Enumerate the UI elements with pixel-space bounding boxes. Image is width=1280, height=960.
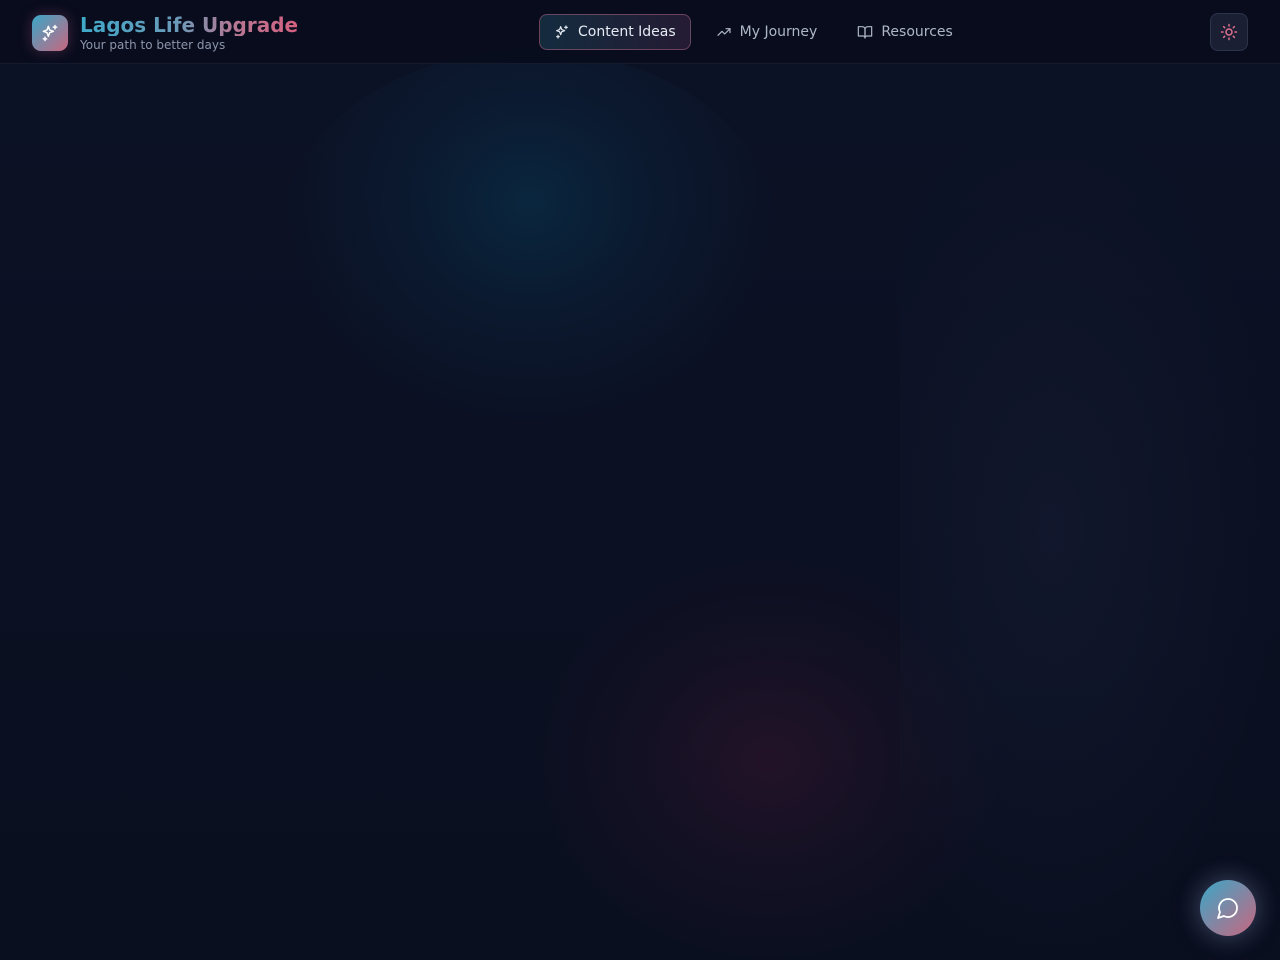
brand[interactable]: Lagos Life Upgrade Your path to better d… — [32, 14, 298, 52]
nav-label: Resources — [881, 24, 953, 40]
nav-label: Content Ideas — [578, 24, 676, 40]
brand-text: Lagos Life Upgrade Your path to better d… — [80, 14, 298, 52]
nav-resources[interactable]: Resources — [842, 14, 968, 50]
background-glow-teal — [280, 50, 780, 430]
message-circle-icon — [1217, 898, 1238, 919]
nav-content-ideas[interactable]: Content Ideas — [539, 14, 691, 50]
background-haze — [900, 100, 1280, 960]
sparkles-icon — [32, 15, 68, 51]
book-open-icon — [858, 26, 873, 39]
sun-icon — [1220, 23, 1238, 41]
nav-my-journey[interactable]: My Journey — [701, 14, 833, 50]
app-page: Lagos Life Upgrade Your path to better d… — [0, 0, 1280, 960]
sparkles-icon — [556, 25, 568, 39]
app-title: Lagos Life Upgrade — [80, 13, 299, 37]
theme-toggle-button[interactable] — [1210, 13, 1248, 51]
top-header: Lagos Life Upgrade Your path to better d… — [0, 0, 1280, 64]
chat-button[interactable] — [1200, 880, 1256, 936]
main-nav: Content Ideas My Journey Resources — [539, 14, 978, 50]
trending-up-icon — [717, 28, 731, 36]
nav-label: My Journey — [739, 24, 818, 40]
app-subtitle: Your path to better days — [80, 38, 226, 52]
